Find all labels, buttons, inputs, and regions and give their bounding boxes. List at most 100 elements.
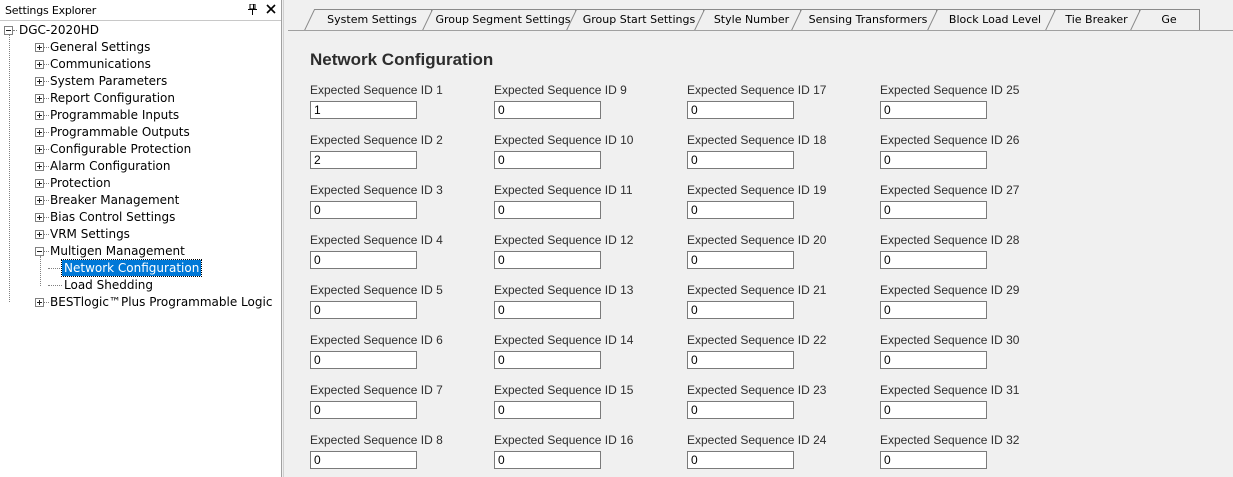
tree-item-breaker-management[interactable]: Breaker Management [48, 192, 181, 208]
expected-sequence-id-label: Expected Sequence ID 13 [494, 283, 634, 297]
expected-sequence-id-input[interactable]: 0 [880, 451, 987, 469]
expected-sequence-id-input[interactable]: 0 [310, 451, 417, 469]
expected-sequence-id-input[interactable]: 0 [494, 151, 601, 169]
tab-block-load-level[interactable]: Block Load Level [927, 9, 1055, 30]
tree-item-multigen-management[interactable]: Multigen Management [48, 243, 187, 259]
expander-icon[interactable] [35, 111, 44, 120]
expected-sequence-id-label: Expected Sequence ID 19 [687, 183, 827, 197]
expander-icon[interactable] [35, 179, 44, 188]
expected-sequence-id-label: Expected Sequence ID 11 [494, 183, 633, 197]
tree-item-bestlogic-plus-programmable-logic[interactable]: BESTlogic™Plus Programmable Logic [48, 294, 274, 310]
tree-item-protection[interactable]: Protection [48, 175, 113, 191]
expected-sequence-id-label: Expected Sequence ID 32 [880, 433, 1020, 447]
expected-sequence-id-input[interactable]: 0 [310, 401, 417, 419]
expected-sequence-id-input[interactable]: 2 [310, 151, 417, 169]
expected-sequence-id-label: Expected Sequence ID 6 [310, 333, 443, 347]
tree-item-programmable-inputs[interactable]: Programmable Inputs [48, 107, 181, 123]
expected-sequence-id-label: Expected Sequence ID 14 [494, 333, 634, 347]
expected-sequence-id-input[interactable]: 0 [494, 351, 601, 369]
expander-icon[interactable] [35, 298, 44, 307]
tree-item-general-settings[interactable]: General Settings [48, 39, 152, 55]
expander-icon[interactable] [35, 94, 44, 103]
expected-sequence-id-input[interactable]: 0 [494, 201, 601, 219]
tab-style-number[interactable]: Style Number [694, 9, 801, 30]
tab-sensing-transformers[interactable]: Sensing Transformers [791, 9, 937, 30]
expander-icon[interactable] [35, 145, 44, 154]
expected-sequence-id-label: Expected Sequence ID 24 [687, 433, 827, 447]
expected-sequence-id-label: Expected Sequence ID 9 [494, 83, 627, 97]
expected-sequence-id-input[interactable]: 0 [310, 201, 417, 219]
expected-sequence-id-input[interactable]: 0 [880, 101, 987, 119]
expected-sequence-id-label: Expected Sequence ID 12 [494, 233, 634, 247]
tree-item-network-configuration[interactable]: Network Configuration [60, 259, 203, 277]
expected-sequence-id-label: Expected Sequence ID 28 [880, 233, 1020, 247]
tree-connector [48, 285, 62, 286]
explorer-title: Settings Explorer [5, 3, 97, 17]
expected-sequence-id-input[interactable]: 0 [310, 351, 417, 369]
expected-sequence-id-label: Expected Sequence ID 18 [687, 133, 827, 147]
expander-icon[interactable] [35, 60, 44, 69]
expected-sequence-id-label: Expected Sequence ID 3 [310, 183, 443, 197]
expected-sequence-id-input[interactable]: 0 [687, 201, 794, 219]
tree-item-configurable-protection[interactable]: Configurable Protection [48, 141, 193, 157]
tab-label: Group Start Settings [582, 13, 696, 26]
expected-sequence-id-label: Expected Sequence ID 7 [310, 383, 443, 397]
expander-icon[interactable] [35, 196, 44, 205]
expected-sequence-id-input[interactable]: 0 [880, 151, 987, 169]
expected-sequence-id-input[interactable]: 0 [880, 201, 987, 219]
expected-sequence-id-input[interactable]: 0 [880, 301, 987, 319]
tree-item-programmable-outputs[interactable]: Programmable Outputs [48, 124, 192, 140]
expected-sequence-id-input[interactable]: 0 [310, 301, 417, 319]
tab-system-settings[interactable]: System Settings [304, 9, 432, 30]
pin-icon[interactable] [248, 3, 257, 17]
tree-root[interactable]: DGC-2020HD [17, 22, 101, 38]
close-icon[interactable] [266, 4, 276, 16]
tree-item-system-parameters[interactable]: System Parameters [48, 73, 169, 89]
expected-sequence-id-input[interactable]: 0 [310, 251, 417, 269]
expected-sequence-id-input[interactable]: 0 [494, 451, 601, 469]
expected-sequence-id-input[interactable]: 0 [687, 351, 794, 369]
expected-sequence-id-input[interactable]: 0 [687, 301, 794, 319]
tree-item-report-configuration[interactable]: Report Configuration [48, 90, 177, 106]
expected-sequence-id-input[interactable]: 0 [687, 151, 794, 169]
expander-icon[interactable] [35, 230, 44, 239]
expected-sequence-id-input[interactable]: 1 [310, 101, 417, 119]
expander-icon[interactable] [35, 43, 44, 52]
tab-label: Tie Breaker [1065, 13, 1128, 26]
expected-sequence-id-input[interactable]: 0 [687, 251, 794, 269]
page-title: Network Configuration [310, 50, 494, 69]
tree-item-bias-control-settings[interactable]: Bias Control Settings [48, 209, 177, 225]
expander-icon[interactable] [35, 128, 44, 137]
expected-sequence-id-label: Expected Sequence ID 23 [687, 383, 827, 397]
tab-label: Style Number [713, 13, 790, 26]
tab-group-start-settings[interactable]: Group Start Settings [566, 9, 704, 30]
expander-icon[interactable] [35, 162, 44, 171]
expected-sequence-id-input[interactable]: 0 [494, 101, 601, 119]
tab-tie-breaker[interactable]: Tie Breaker [1045, 9, 1140, 30]
tab-ge[interactable]: Ge [1130, 9, 1200, 30]
expected-sequence-id-input[interactable]: 0 [880, 401, 987, 419]
tree-item-alarm-configuration[interactable]: Alarm Configuration [48, 158, 173, 174]
expected-sequence-id-input[interactable]: 0 [687, 401, 794, 419]
tree-connector [48, 268, 62, 269]
tree-item-vrm-settings[interactable]: VRM Settings [48, 226, 132, 242]
expected-sequence-id-input[interactable]: 0 [687, 101, 794, 119]
tree-item-load-shedding[interactable]: Load Shedding [62, 277, 155, 293]
expected-sequence-id-input[interactable]: 0 [880, 251, 987, 269]
tab-label: Group Segment Settings [435, 13, 571, 26]
expected-sequence-id-label: Expected Sequence ID 17 [687, 83, 827, 97]
expected-sequence-id-input[interactable]: 0 [494, 401, 601, 419]
explorer-header: Settings Explorer [0, 0, 281, 21]
expander-icon[interactable] [35, 213, 44, 222]
expander-icon[interactable] [35, 247, 44, 256]
expected-sequence-id-input[interactable]: 0 [494, 251, 601, 269]
tab-group-segment-settings[interactable]: Group Segment Settings [422, 9, 576, 30]
expected-sequence-id-input[interactable]: 0 [880, 351, 987, 369]
expected-sequence-id-label: Expected Sequence ID 1 [310, 83, 443, 97]
expander-icon[interactable] [4, 26, 13, 35]
expected-sequence-id-input[interactable]: 0 [687, 451, 794, 469]
tree-item-communications[interactable]: Communications [48, 56, 153, 72]
expander-icon[interactable] [35, 77, 44, 86]
expected-sequence-id-input[interactable]: 0 [494, 301, 601, 319]
settings-explorer-panel: Settings Explorer DGC-2020HD General Sett… [0, 0, 282, 477]
